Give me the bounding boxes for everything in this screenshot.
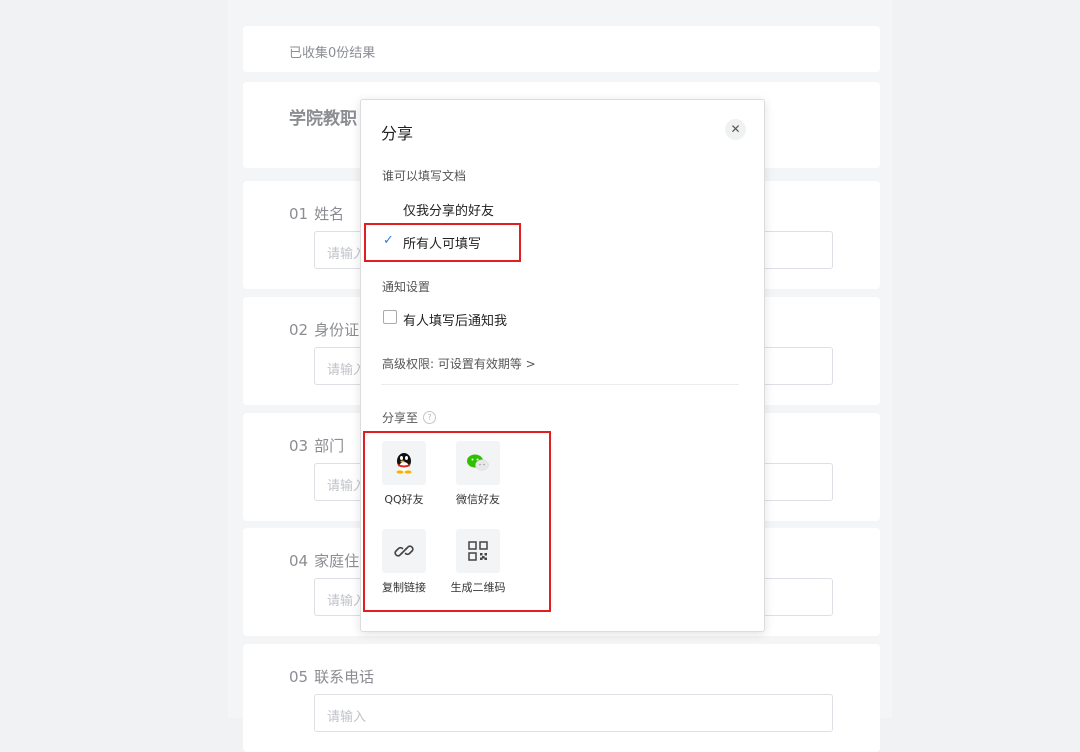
question-label: 04 家庭住 [289,550,359,571]
notify-option-label[interactable]: 有人填写后通知我 [403,310,507,329]
collected-count: 已收集0份结果 [289,46,376,61]
highlight-box-share [363,431,551,612]
phone-input[interactable]: 请输入 [314,694,833,732]
question-label: 01 姓名 [289,203,344,224]
question-number: 01 [289,205,309,223]
question-text: 家庭住 [314,552,360,570]
question-label: 02 身份证 [289,319,359,340]
question-number: 04 [289,552,309,570]
question-label: 03 部门 [289,435,344,456]
question-text: 身份证 [314,321,360,339]
help-icon[interactable]: ? [423,411,436,424]
share-dialog: 分享 ✕ 谁可以填写文档 仅我分享的好友 ✓ 所有人可填写 通知设置 有人填写后… [360,99,765,632]
question-number: 03 [289,437,309,455]
option-friends-only[interactable]: 仅我分享的好友 [403,200,494,219]
question-label: 05 联系电话 [289,666,374,687]
question-number: 02 [289,321,309,339]
question-text: 部门 [314,437,345,455]
share-to-label: 分享至 [382,411,419,425]
question-text: 联系电话 [314,668,375,686]
collected-count-bar: 已收集0份结果 [243,26,880,72]
advanced-permission-link[interactable]: 高级权限: 可设置有效期等 > [382,355,536,372]
form-title: 学院教职 [289,109,357,129]
question-text: 姓名 [314,205,345,223]
notify-checkbox[interactable] [383,310,397,324]
close-icon: ✕ [730,122,741,136]
divider [381,384,739,385]
input-placeholder: 请输入 [327,710,367,725]
who-can-fill-label: 谁可以填写文档 [382,169,467,183]
highlight-box-option [364,223,521,262]
question-number: 05 [289,668,309,686]
question-card: 05 联系电话 请输入 [243,644,880,752]
dialog-title: 分享 [381,124,414,143]
close-button[interactable]: ✕ [725,119,746,140]
notify-settings-label: 通知设置 [382,280,431,294]
